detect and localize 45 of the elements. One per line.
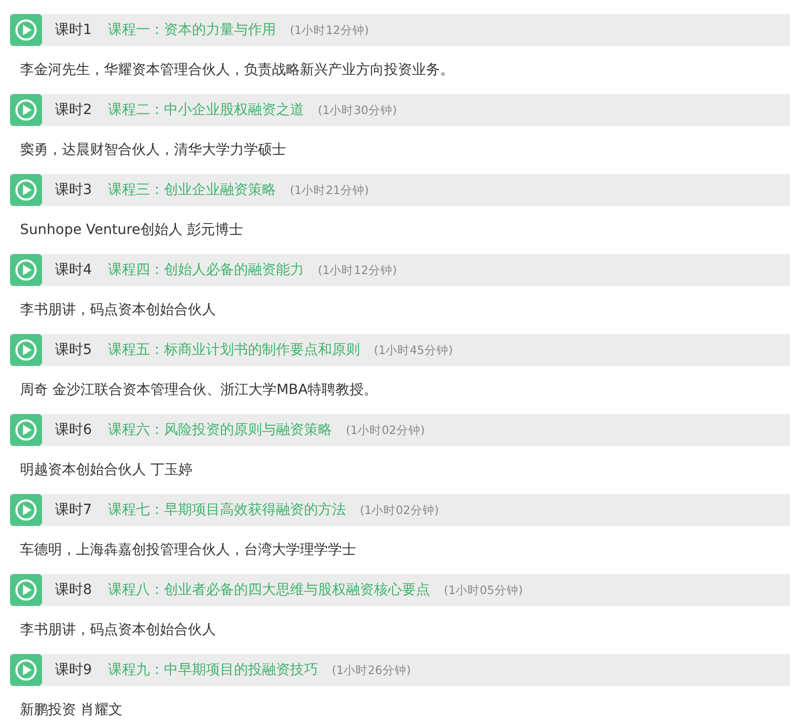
lecturer-description: 明越资本创始合伙人 丁玉婷 bbox=[20, 461, 192, 479]
lecturer-description: 新鹏投资 肖耀文 bbox=[20, 701, 122, 719]
lesson-title-link[interactable]: 课程五：标商业计划书的制作要点和原则 bbox=[108, 341, 360, 359]
lecturer-description: 李金河先生，华耀资本管理合伙人，负责战略新兴产业方向投资业务。 bbox=[20, 61, 454, 79]
lesson-number: 课时8 bbox=[55, 581, 92, 599]
lesson-number: 课时6 bbox=[55, 421, 92, 439]
play-icon[interactable] bbox=[10, 94, 42, 126]
lesson-duration: (1小时26分钟) bbox=[332, 662, 411, 678]
lesson-title-link[interactable]: 课程一：资本的力量与作用 bbox=[108, 21, 276, 39]
play-icon[interactable] bbox=[10, 334, 42, 366]
lesson-duration: (1小时21分钟) bbox=[290, 182, 369, 198]
lesson-number: 课时2 bbox=[55, 101, 92, 119]
lesson-duration: (1小时02分钟) bbox=[360, 502, 439, 518]
lesson-number: 课时4 bbox=[55, 261, 92, 279]
lesson-title-link[interactable]: 课程三：创业企业融资策略 bbox=[108, 181, 276, 199]
play-icon[interactable] bbox=[10, 174, 42, 206]
lesson-duration: (1小时02分钟) bbox=[346, 422, 425, 438]
lesson-duration: (1小时12分钟) bbox=[318, 262, 397, 278]
play-icon[interactable] bbox=[10, 494, 42, 526]
lesson-duration: (1小时30分钟) bbox=[318, 102, 397, 118]
lesson-title-link[interactable]: 课程四：创始人必备的融资能力 bbox=[108, 261, 304, 279]
lesson-title-link[interactable]: 课程二：中小企业股权融资之道 bbox=[108, 101, 304, 119]
play-icon[interactable] bbox=[10, 574, 42, 606]
lesson-duration: (1小时05分钟) bbox=[444, 582, 523, 598]
lesson-number: 课时9 bbox=[55, 661, 92, 679]
lesson-number: 课时5 bbox=[55, 341, 92, 359]
lesson-duration: (1小时45分钟) bbox=[374, 342, 453, 358]
lesson-duration: (1小时12分钟) bbox=[290, 22, 369, 38]
lecturer-description: 周奇 金沙江联合资本管理合伙、浙江大学MBA特聘教授。 bbox=[20, 381, 378, 399]
lecturer-description: 李书朋讲，码点资本创始合伙人 bbox=[20, 301, 216, 319]
lesson-title-link[interactable]: 课程九：中早期项目的投融资技巧 bbox=[108, 661, 318, 679]
play-icon[interactable] bbox=[10, 654, 42, 686]
lesson-number: 课时7 bbox=[55, 501, 92, 519]
play-icon[interactable] bbox=[10, 414, 42, 446]
lecturer-description: 窦勇，达晨财智合伙人，清华大学力学硕士 bbox=[20, 141, 286, 159]
lesson-title-link[interactable]: 课程八：创业者必备的四大思维与股权融资核心要点 bbox=[108, 581, 430, 599]
play-icon[interactable] bbox=[10, 14, 42, 46]
lesson-number: 课时1 bbox=[55, 21, 92, 39]
lesson-title-link[interactable]: 课程七：早期项目高效获得融资的方法 bbox=[108, 501, 346, 519]
lesson-title-link[interactable]: 课程六：风险投资的原则与融资策略 bbox=[108, 421, 332, 439]
lesson-number: 课时3 bbox=[55, 181, 92, 199]
lecturer-description: Sunhope Venture创始人 彭元博士 bbox=[20, 221, 243, 239]
lecturer-description: 车德明，上海犇嘉创投管理合伙人，台湾大学理学学士 bbox=[20, 541, 356, 559]
play-icon[interactable] bbox=[10, 254, 42, 286]
lecturer-description: 李书朋讲，码点资本创始合伙人 bbox=[20, 621, 216, 639]
